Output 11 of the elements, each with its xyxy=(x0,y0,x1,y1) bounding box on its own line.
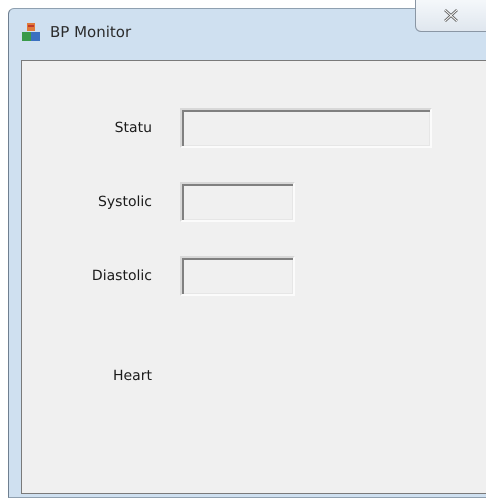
window-title: BP Monitor xyxy=(50,22,132,42)
field-label: Statu xyxy=(114,120,152,136)
app-icon xyxy=(21,22,41,42)
field-label: Systolic xyxy=(97,194,152,210)
input-field[interactable] xyxy=(180,182,295,222)
field-label: Diastolic xyxy=(90,268,152,284)
input-field[interactable] xyxy=(180,256,295,296)
input-field[interactable] xyxy=(180,108,432,148)
close-button[interactable] xyxy=(415,0,486,32)
close-icon xyxy=(444,9,458,22)
field-label: Heart xyxy=(112,368,152,384)
